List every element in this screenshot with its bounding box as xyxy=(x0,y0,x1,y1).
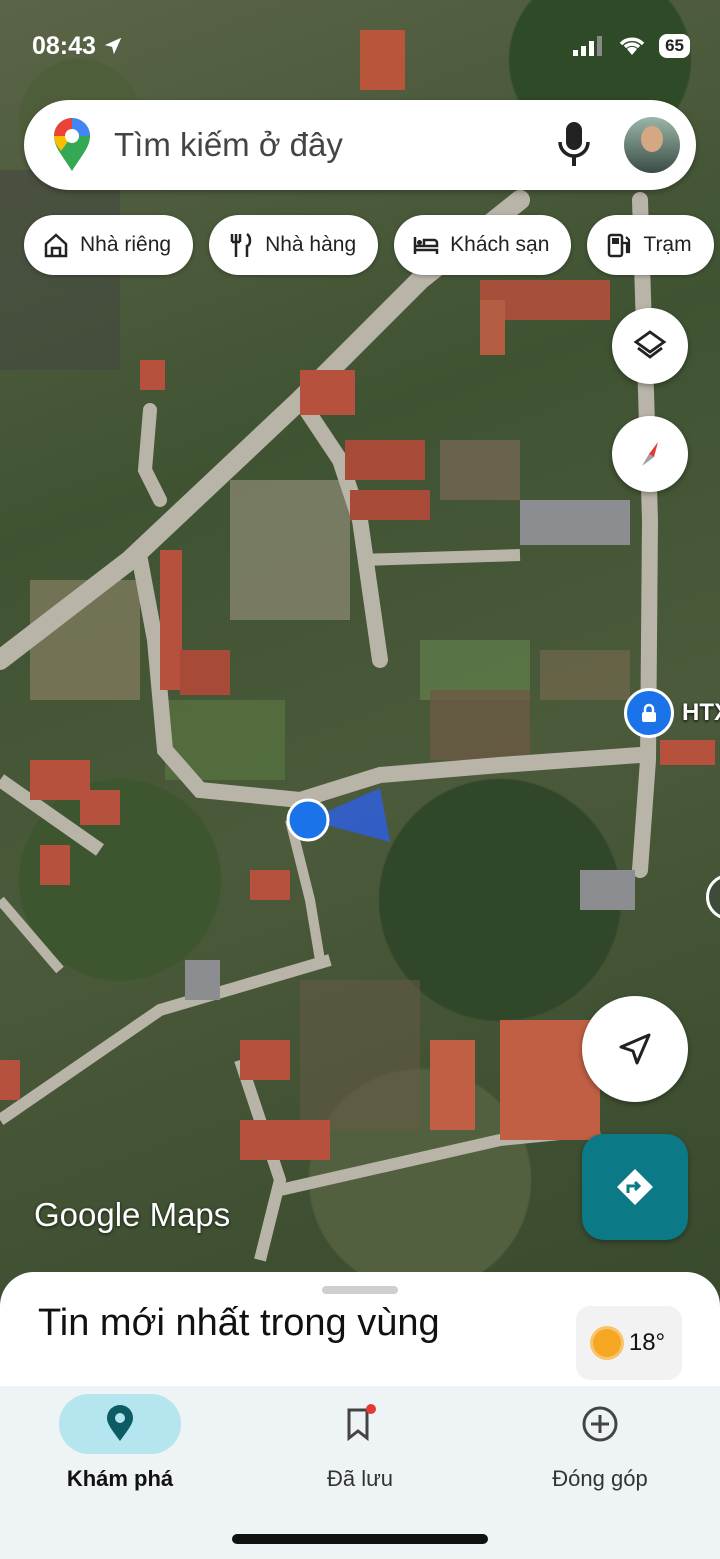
chip-hotel[interactable]: Khách sạn xyxy=(394,215,572,275)
search-input[interactable]: Tìm kiếm ở đây xyxy=(114,126,554,164)
nav-label: Đóng góp xyxy=(552,1466,648,1491)
battery-indicator: 65 xyxy=(659,34,690,58)
user-avatar[interactable] xyxy=(624,117,680,173)
layers-button[interactable] xyxy=(612,308,688,384)
sun-icon xyxy=(592,1329,621,1357)
compass-icon xyxy=(642,442,658,466)
poi-marker-htx[interactable]: HTX xyxy=(624,688,720,738)
search-bar[interactable]: Tìm kiếm ở đây xyxy=(24,100,696,190)
status-time: 08:43 xyxy=(32,31,96,60)
directions-button[interactable] xyxy=(582,1134,688,1240)
chip-gas-station[interactable]: Trạm xyxy=(587,215,714,275)
notification-dot xyxy=(366,1404,376,1414)
nav-saved-pill xyxy=(299,1394,421,1454)
wifi-icon xyxy=(619,37,645,55)
google-maps-logo-icon xyxy=(54,118,90,171)
chip-label: Nhà riêng xyxy=(80,233,172,256)
chip-label: Khách sạn xyxy=(450,233,550,256)
sheet-title: Tin mới nhất trong vùng xyxy=(38,1302,440,1344)
current-location-dot xyxy=(286,798,330,842)
nav-explore[interactable]: Khám phá xyxy=(0,1386,240,1492)
nav-contribute-pill xyxy=(539,1394,661,1454)
status-bar: 08:43 65 xyxy=(32,26,690,66)
nav-label: Đã lưu xyxy=(326,1466,394,1491)
chip-home[interactable]: Nhà riêng xyxy=(24,215,194,275)
add-circle-icon xyxy=(582,1406,618,1442)
compass-button[interactable] xyxy=(612,416,688,492)
explore-pin-icon xyxy=(107,1405,133,1441)
gas-station-icon xyxy=(608,233,631,258)
location-arrow-icon xyxy=(104,37,122,55)
bookmark-icon xyxy=(347,1404,376,1442)
weather-chip[interactable]: 18° xyxy=(576,1306,682,1380)
nav-saved[interactable]: Đã lưu xyxy=(240,1386,480,1492)
chip-restaurant[interactable]: Nhà hàng xyxy=(209,215,379,275)
microphone-icon[interactable] xyxy=(554,120,594,170)
category-chips: Nhà riêng Nhà hàng Khách sạn Trạm xyxy=(24,215,714,275)
nav-explore-pill xyxy=(59,1394,181,1454)
lock-icon xyxy=(624,688,674,738)
directions-icon xyxy=(617,1169,653,1205)
home-indicator[interactable] xyxy=(232,1534,488,1544)
map-features xyxy=(0,30,715,1262)
sheet-drag-handle[interactable] xyxy=(322,1286,398,1294)
restaurant-icon xyxy=(230,233,252,257)
layers-icon xyxy=(633,330,667,359)
hotel-icon xyxy=(413,237,439,254)
home-icon xyxy=(44,233,68,258)
satellite-map[interactable] xyxy=(0,0,720,1300)
signal-icon xyxy=(573,36,603,56)
weather-temp: 18° xyxy=(628,1329,666,1356)
status-time-group: 08:43 xyxy=(32,32,124,61)
navigation-arrow-icon xyxy=(619,1033,651,1065)
poi-label: HTX xyxy=(682,699,720,726)
my-location-button[interactable] xyxy=(582,996,688,1102)
nav-contribute[interactable]: Đóng góp xyxy=(480,1386,720,1492)
nav-label: Khám phá xyxy=(66,1466,174,1491)
status-right: 65 xyxy=(573,34,690,58)
google-maps-watermark: Google Maps xyxy=(34,1196,231,1233)
chip-label: Trạm xyxy=(643,233,692,256)
chip-label: Nhà hàng xyxy=(265,233,357,256)
